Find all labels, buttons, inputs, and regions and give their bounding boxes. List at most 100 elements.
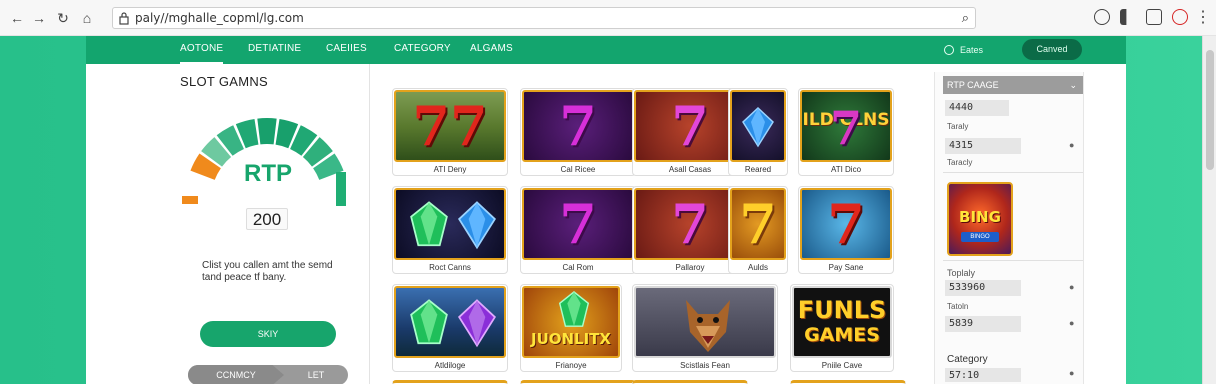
nav-item-5[interactable]: ALGAMS	[470, 36, 513, 64]
toggle-option-left[interactable]: CCNMCY	[188, 365, 284, 384]
menu-kebab-icon[interactable]: ⋮	[1194, 9, 1212, 27]
purple-gem-icon	[457, 299, 497, 348]
range-label-1: Taraly	[947, 122, 969, 131]
info-icon[interactable]: ●	[1069, 140, 1074, 150]
range-label-2: Taracly	[947, 158, 973, 167]
status-dot-icon	[944, 45, 954, 55]
seven-symbol: 7	[559, 94, 597, 158]
home-icon[interactable]: ⌂	[78, 9, 96, 27]
page-scrollbar[interactable]	[1202, 36, 1216, 384]
nav-item-home[interactable]: AOTONE	[180, 36, 224, 64]
game-card[interactable]: 7 Pay Sane	[798, 186, 894, 274]
info-icon[interactable]: ●	[1069, 282, 1074, 292]
extension-icon-4[interactable]	[1172, 9, 1188, 25]
game-card[interactable]	[790, 380, 906, 384]
primary-action-button[interactable]: SKIY	[200, 321, 336, 347]
range-dropdown[interactable]: RTP CAAGE ⌄	[943, 76, 1083, 94]
game-caption: Pniile Cave	[821, 361, 863, 370]
game-caption: Reared	[744, 165, 772, 174]
stat-field-2[interactable]: 5839	[945, 316, 1021, 332]
search-icon[interactable]: ⌕	[962, 10, 969, 26]
site-container: AOTONE DETIATINE CAEIIES CATEGORY ALGAMS…	[86, 36, 1126, 384]
mode-toggle[interactable]: CCNMCY LET	[188, 365, 348, 384]
info-icon[interactable]: ●	[1069, 318, 1074, 328]
game-card[interactable]: FUNLS GAMES Pniile Cave	[790, 284, 894, 372]
lock-icon	[119, 12, 129, 25]
game-card[interactable]: Atldiloge	[392, 284, 508, 372]
game-card[interactable]: 7 Cal Ricee	[520, 88, 636, 176]
game-thumbnail	[730, 90, 786, 162]
game-card[interactable]	[632, 380, 748, 384]
game-card[interactable]: Roct Canns	[392, 186, 508, 274]
rtp-gauge	[182, 118, 346, 206]
panel-title: SLOT GAMNS	[180, 74, 269, 89]
game-logo-text: JUONLITX	[530, 330, 611, 348]
nav-item-category[interactable]: CATEGORY	[394, 36, 451, 64]
game-thumbnail: 7	[800, 188, 892, 260]
range-header: RTP CAAGE	[947, 80, 999, 90]
game-thumbnail: JUONLITX	[522, 286, 620, 358]
game-card[interactable]: 7 Aulds	[728, 186, 788, 274]
game-caption: Aulds	[747, 263, 768, 272]
nav-item-2[interactable]: DETIATINE	[248, 36, 301, 64]
game-thumbnail: 7	[522, 188, 634, 260]
chevron-down-icon[interactable]: ⌄	[1069, 76, 1077, 94]
game-thumbnail: 7	[730, 188, 786, 260]
gauge-value: 200	[246, 208, 288, 230]
browser-chrome: ← → ↻ ⌂ paly//mghalle_copml/lg.com ⌕ ⋮	[0, 0, 1216, 36]
game-caption: Cal Rom	[562, 263, 594, 272]
url-text: paly//mghalle_copml/lg.com	[135, 11, 304, 25]
stat-field-1[interactable]: 533960	[945, 280, 1021, 296]
green-gem-icon	[558, 290, 590, 327]
game-card[interactable]: 7 Cal Rom	[520, 186, 636, 274]
rtp-panel: SLOT GAMNS RTP 200 Clist you callen amt …	[86, 64, 370, 384]
stat-field-3[interactable]: 57:10	[945, 368, 1021, 382]
info-icon[interactable]: ●	[1069, 368, 1074, 378]
game-caption: Atldiloge	[434, 361, 466, 370]
sevens-symbol: 77	[412, 94, 488, 158]
status-label: Eates	[960, 45, 984, 55]
game-card[interactable]: JUONLITX Frianoye	[520, 284, 622, 372]
connect-button[interactable]: Canved	[1022, 39, 1082, 60]
game-card[interactable]	[520, 380, 636, 384]
extension-icon-3[interactable]	[1146, 9, 1162, 25]
green-gem-icon	[410, 201, 448, 247]
game-logo-text: FUNLS	[797, 296, 887, 324]
extension-icon-1[interactable]	[1094, 9, 1110, 25]
promo-title: BING	[959, 208, 1001, 226]
game-card[interactable]: ILD CLNS 7 ATI Dico	[798, 88, 894, 176]
promo-banner[interactable]: BING BINGO	[947, 182, 1013, 256]
game-card[interactable]	[392, 380, 508, 384]
game-caption: Scistlais Fean	[680, 361, 730, 370]
toggle-option-right[interactable]: LET	[284, 365, 348, 384]
panel-description: Clist you callen amt the semd tand peace…	[202, 260, 333, 283]
address-bar[interactable]: paly//mghalle_copml/lg.com ⌕	[112, 7, 976, 29]
wolf-icon	[686, 300, 730, 352]
range-field-1[interactable]: 4440	[945, 100, 1009, 116]
divider	[943, 260, 1083, 261]
stat-label-2: Tatoln	[947, 302, 969, 311]
blue-gem-icon	[457, 201, 497, 250]
game-thumbnail: 77	[394, 90, 506, 162]
game-grid: 77 ATI Deny 7 Cal Ricee 7 Asall Casas Re…	[392, 88, 906, 384]
scroll-thumb[interactable]	[1206, 50, 1214, 170]
back-arrow-icon[interactable]: ←	[8, 9, 26, 27]
top-navigation: AOTONE DETIATINE CAEIIES CATEGORY ALGAMS…	[86, 36, 1126, 64]
range-field-2[interactable]: 4315	[945, 138, 1021, 154]
game-caption: ATI Deny	[433, 165, 467, 174]
promo-subtitle: BINGO	[961, 232, 999, 242]
game-card[interactable]: Scistlais Fean	[632, 284, 778, 372]
reload-icon[interactable]: ↻	[54, 9, 72, 27]
game-card[interactable]: Reared	[728, 88, 788, 176]
gauge-min-marker	[182, 196, 198, 204]
nav-item-3[interactable]: CAEIIES	[326, 36, 367, 64]
game-thumbnail: FUNLS GAMES	[792, 286, 892, 358]
game-thumbnail	[394, 188, 506, 260]
divider	[943, 172, 1083, 173]
seven-symbol: 7	[829, 101, 862, 155]
extension-icon-2[interactable]	[1120, 9, 1127, 25]
gauge-segment	[257, 118, 277, 145]
game-thumbnail	[634, 286, 776, 358]
game-card[interactable]: 77 ATI Deny	[392, 88, 508, 176]
forward-arrow-icon[interactable]: →	[30, 9, 48, 27]
